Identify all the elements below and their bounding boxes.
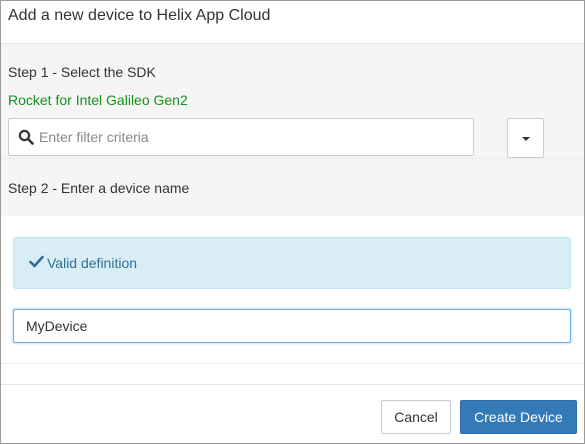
add-device-dialog: Add a new device to Helix App Cloud Step… [0,0,585,444]
selected-sdk-label: Rocket for Intel Galileo Gen2 [8,92,188,108]
sdk-dropdown-button[interactable] [507,118,544,158]
section-divider [1,363,584,364]
step2-label: Step 2 - Enter a device name [8,180,190,196]
check-icon [29,255,44,268]
step1-section: Step 1 - Select the SDK Rocket for Intel… [1,44,584,158]
create-device-button[interactable]: Create Device [460,400,577,434]
step1-label: Step 1 - Select the SDK [8,64,156,80]
footer-divider [1,384,584,385]
caret-down-icon [522,137,530,141]
step2-section: Step 2 - Enter a device name [1,158,584,216]
cancel-button[interactable]: Cancel [381,400,451,434]
sdk-filter-input[interactable] [39,120,459,154]
dialog-title: Add a new device to Helix App Cloud [8,7,271,24]
valid-definition-alert: Valid definition [13,237,571,289]
device-name-input[interactable] [13,309,571,343]
sdk-filter-box [8,118,474,156]
dialog-header: Add a new device to Helix App Cloud [1,1,584,44]
search-icon [18,129,34,145]
alert-text: Valid definition [47,255,138,271]
